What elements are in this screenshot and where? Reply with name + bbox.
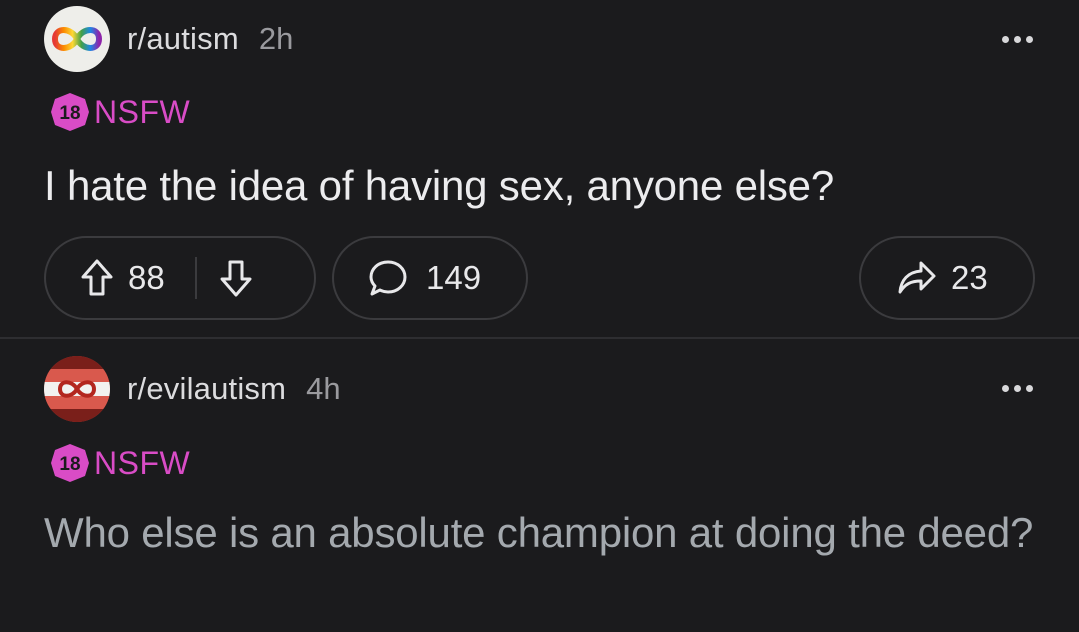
post-card[interactable]: r/evilautism 4h 18 NSFW Who else is an a… xyxy=(0,339,1079,632)
infinity-striped-flag-icon xyxy=(44,356,110,422)
post-card[interactable]: r/autism 2h 18 NSFW I hate the idea of h… xyxy=(0,0,1079,338)
subreddit-avatar[interactable] xyxy=(44,6,110,72)
nsfw-label: NSFW xyxy=(94,444,191,481)
vote-separator xyxy=(194,257,197,299)
svg-text:18: 18 xyxy=(59,103,80,124)
downvote-icon[interactable] xyxy=(219,258,253,298)
dot xyxy=(1026,36,1033,43)
more-options-button[interactable] xyxy=(1002,385,1033,392)
upvote-icon[interactable] xyxy=(80,258,114,298)
svg-text:18: 18 xyxy=(59,454,80,475)
post-time: 4h xyxy=(306,371,341,406)
nsfw-label: NSFW xyxy=(94,93,191,130)
more-options-button[interactable] xyxy=(1002,36,1033,43)
dot xyxy=(1014,385,1021,392)
rainbow-infinity-icon xyxy=(51,27,103,51)
comment-count: 149 xyxy=(426,259,482,296)
post-title[interactable]: I hate the idea of having sex, anyone el… xyxy=(44,158,834,213)
vote-bar: 88 xyxy=(44,236,316,320)
upvote-count: 88 xyxy=(128,259,165,296)
nsfw-18-icon: 18 xyxy=(51,93,89,131)
post-header: r/autism 2h xyxy=(44,6,293,72)
subreddit-avatar[interactable] xyxy=(44,356,110,422)
subreddit-name[interactable]: r/autism xyxy=(127,21,239,57)
share-arrow-icon xyxy=(898,261,936,294)
share-count: 23 xyxy=(951,259,988,296)
subreddit-name[interactable]: r/evilautism xyxy=(127,371,286,407)
nsfw-18-icon: 18 xyxy=(51,444,89,482)
nsfw-tag: 18 NSFW xyxy=(50,443,190,483)
comment-bubble-icon xyxy=(369,260,407,296)
dot xyxy=(1002,36,1009,43)
share-button[interactable]: 23 xyxy=(859,236,1035,320)
nsfw-tag: 18 NSFW xyxy=(50,92,190,132)
post-title[interactable]: Who else is an absolute champion at doin… xyxy=(44,505,1044,560)
dot xyxy=(1002,385,1009,392)
comments-button[interactable]: 149 xyxy=(332,236,528,320)
dot xyxy=(1014,36,1021,43)
post-time: 2h xyxy=(258,21,294,56)
dot xyxy=(1026,385,1033,392)
post-header: r/evilautism 4h xyxy=(44,356,341,422)
